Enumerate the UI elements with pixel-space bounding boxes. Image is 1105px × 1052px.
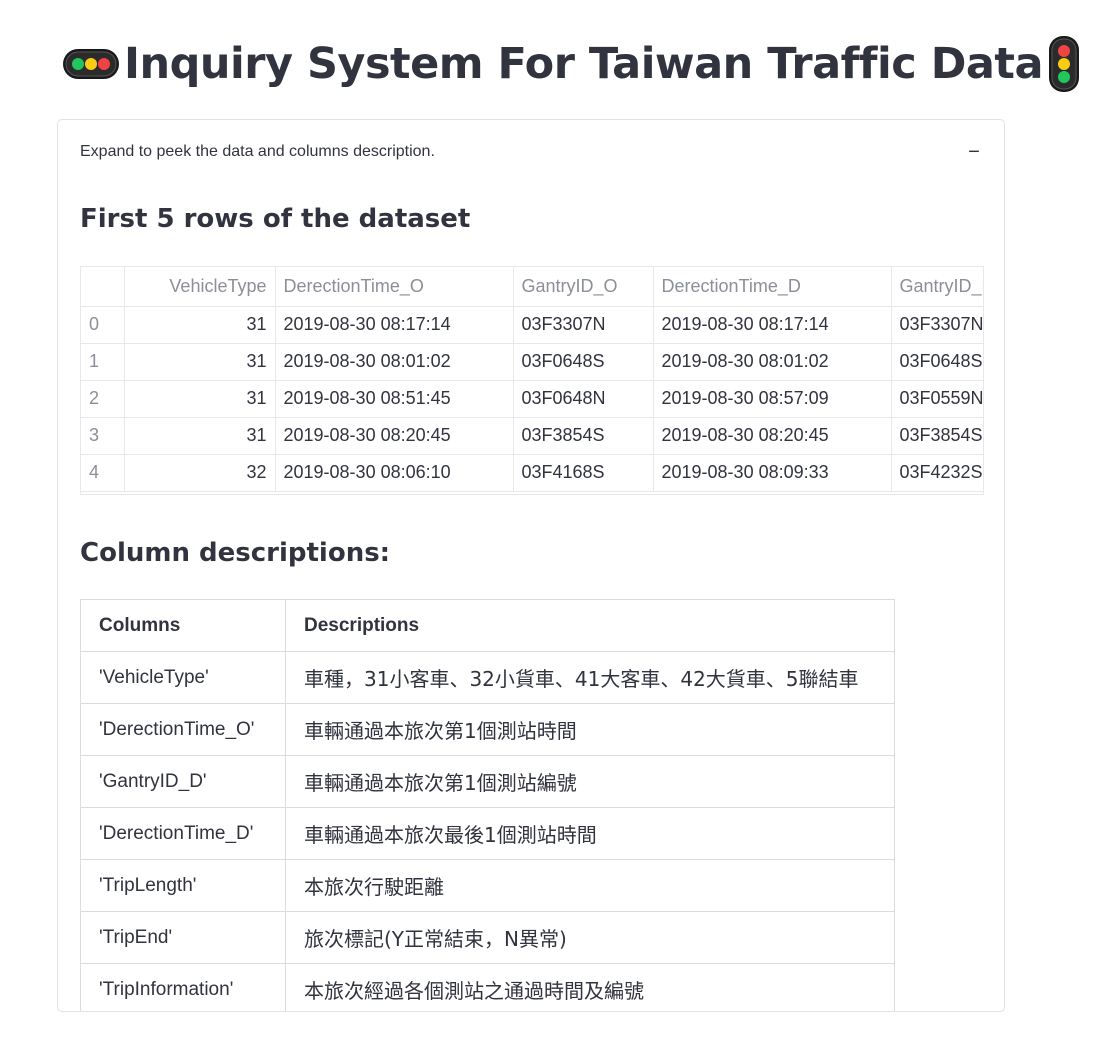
collapse-icon[interactable]: − xyxy=(966,141,982,164)
row-index: 2 xyxy=(81,380,125,418)
table-cell[interactable]: 03F0648S xyxy=(513,343,654,381)
table-cell[interactable]: 03F0559N xyxy=(891,380,983,418)
row-index: 4 xyxy=(81,454,125,492)
column-name: 'TripEnd' xyxy=(80,911,286,964)
table-cell[interactable]: 2019-08-30 08:51:45 xyxy=(275,380,514,418)
dataframe-table: VehicleType DerectionTime_O GantryID_O D… xyxy=(81,267,983,492)
columns-heading: Column descriptions: xyxy=(80,538,391,568)
table-cell[interactable]: 32 xyxy=(124,454,276,492)
column-description: 本旅次行駛距離 xyxy=(285,859,895,912)
table-cell[interactable]: 2019-08-30 08:17:14 xyxy=(653,306,892,344)
vertical-traffic-light-icon xyxy=(1047,35,1081,93)
table-cell[interactable]: 2019-08-30 08:17:14 xyxy=(275,306,514,344)
table-cell[interactable]: 03F3854S xyxy=(891,417,983,455)
column-name: 'VehicleType' xyxy=(80,651,286,704)
column-description: 車輛通過本旅次最後1個測站時間 xyxy=(285,807,895,860)
column-name: 'TripLength' xyxy=(80,859,286,912)
row-index: 0 xyxy=(81,306,125,344)
table-row: 2 31 2019-08-30 08:51:45 03F0648N 2019-0… xyxy=(81,380,983,418)
table-cell[interactable]: 2019-08-30 08:20:45 xyxy=(653,417,892,455)
table-cell[interactable]: 2019-08-30 08:57:09 xyxy=(653,380,892,418)
description-row: 'TripLength' 本旅次行駛距離 xyxy=(80,859,895,912)
column-name: 'DerectionTime_O' xyxy=(80,703,286,756)
column-header[interactable]: VehicleType xyxy=(124,267,276,307)
description-row: 'VehicleType' 車種，31小客車、32小貨車、41大客車、42大貨車… xyxy=(80,651,895,704)
column-description: 本旅次經過各個測站之通過時間及編號 xyxy=(285,963,895,1011)
table-cell[interactable]: 03F0648N xyxy=(513,380,654,418)
descriptions-header: Descriptions xyxy=(285,599,895,652)
dataframe-header-row: VehicleType DerectionTime_O GantryID_O D… xyxy=(81,267,983,307)
column-name: 'DerectionTime_D' xyxy=(80,807,286,860)
table-cell[interactable]: 2019-08-30 08:20:45 xyxy=(275,417,514,455)
description-row: 'DerectionTime_O' 車輛通過本旅次第1個測站時間 xyxy=(80,703,895,756)
description-row: 'TripEnd' 旅次標記(Y正常結束，N異常) xyxy=(80,911,895,964)
column-name: 'GantryID_D' xyxy=(80,755,286,808)
description-row: 'TripInformation' 本旅次經過各個測站之通過時間及編號 xyxy=(80,963,895,1011)
table-cell[interactable]: 03F3854S xyxy=(513,417,654,455)
page-title: Inquiry System For Taiwan Traffic Data xyxy=(62,28,1081,100)
table-cell[interactable]: 03F3307N xyxy=(891,306,983,344)
horizontal-traffic-light-icon xyxy=(62,47,120,81)
table-cell[interactable]: 03F0648S xyxy=(891,343,983,381)
column-description: 車輛通過本旅次第1個測站時間 xyxy=(285,703,895,756)
table-cell[interactable]: 03F3307N xyxy=(513,306,654,344)
table-cell[interactable]: 31 xyxy=(124,343,276,381)
expander-label: Expand to peek the data and columns desc… xyxy=(80,143,435,160)
table-cell[interactable]: 2019-08-30 08:01:02 xyxy=(275,343,514,381)
table-row: 4 32 2019-08-30 08:06:10 03F4168S 2019-0… xyxy=(81,454,983,492)
table-cell[interactable]: 2019-08-30 08:01:02 xyxy=(653,343,892,381)
column-description: 車輛通過本旅次第1個測站編號 xyxy=(285,755,895,808)
columns-header: Columns xyxy=(80,599,286,652)
dataframe[interactable]: VehicleType DerectionTime_O GantryID_O D… xyxy=(80,266,984,495)
column-description: 車種，31小客車、32小貨車、41大客車、42大貨車、5聯結車 xyxy=(285,651,895,704)
row-index: 1 xyxy=(81,343,125,381)
table-cell[interactable]: 31 xyxy=(124,417,276,455)
table-row: 1 31 2019-08-30 08:01:02 03F0648S 2019-0… xyxy=(81,343,983,381)
description-row: 'GantryID_D' 車輛通過本旅次第1個測站編號 xyxy=(80,755,895,808)
title-text: Inquiry System For Taiwan Traffic Data xyxy=(124,39,1043,89)
description-header-row: Columns Descriptions xyxy=(80,599,895,652)
dataset-heading: First 5 rows of the dataset xyxy=(80,204,471,234)
expander-header[interactable]: Expand to peek the data and columns desc… xyxy=(58,120,1004,184)
column-header[interactable]: GantryID_O xyxy=(513,267,654,307)
row-index: 3 xyxy=(81,417,125,455)
table-cell[interactable]: 31 xyxy=(124,306,276,344)
table-cell[interactable]: 03F4232S xyxy=(891,454,983,492)
column-description-table: Columns Descriptions 'VehicleType' 車種，31… xyxy=(80,599,895,1011)
table-cell[interactable]: 2019-08-30 08:09:33 xyxy=(653,454,892,492)
column-header[interactable]: DerectionTime_D xyxy=(653,267,892,307)
table-row: 3 31 2019-08-30 08:20:45 03F3854S 2019-0… xyxy=(81,417,983,455)
table-cell[interactable]: 03F4168S xyxy=(513,454,654,492)
table-cell[interactable]: 31 xyxy=(124,380,276,418)
index-header[interactable] xyxy=(81,267,125,307)
column-header[interactable]: DerectionTime_O xyxy=(275,267,514,307)
table-row: 0 31 2019-08-30 08:17:14 03F3307N 2019-0… xyxy=(81,306,983,344)
table-cell[interactable]: 2019-08-30 08:06:10 xyxy=(275,454,514,492)
data-expander: Expand to peek the data and columns desc… xyxy=(57,119,1005,1012)
column-description: 旅次標記(Y正常結束，N異常) xyxy=(285,911,895,964)
column-name: 'TripInformation' xyxy=(80,963,286,1011)
column-header[interactable]: GantryID_D xyxy=(891,267,983,307)
description-row: 'DerectionTime_D' 車輛通過本旅次最後1個測站時間 xyxy=(80,807,895,860)
